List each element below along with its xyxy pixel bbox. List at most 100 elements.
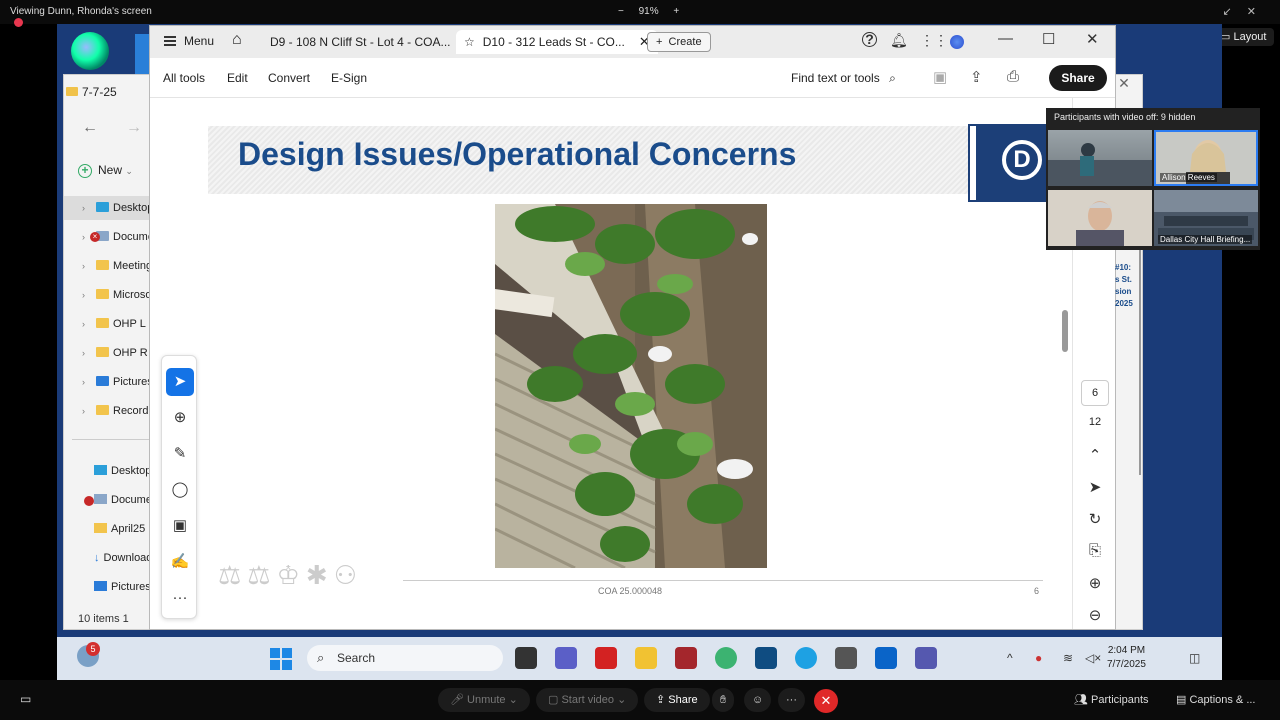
tree-item-meetings[interactable]: › Meetings bbox=[64, 254, 154, 278]
back-arrow-icon[interactable]: ← bbox=[82, 119, 98, 137]
tab-d9[interactable]: D9 - 108 N Cliff St - Lot 4 - COA... bbox=[262, 30, 459, 54]
store-icon[interactable] bbox=[755, 647, 777, 669]
convert-button[interactable]: Convert bbox=[268, 71, 310, 85]
total-pages: 12 bbox=[1088, 416, 1102, 428]
hamburger-icon bbox=[164, 36, 176, 46]
extract-page-icon[interactable]: ⎘ bbox=[1081, 542, 1109, 559]
profile-avatar[interactable] bbox=[950, 35, 964, 49]
window-controls-icon[interactable]: ↙ ✕ bbox=[1223, 5, 1263, 18]
save-icon[interactable]: ▣ bbox=[933, 68, 947, 86]
vpn-icon[interactable]: ● bbox=[1035, 651, 1042, 665]
all-tools-button[interactable]: All tools bbox=[163, 71, 205, 85]
edge-icon[interactable] bbox=[795, 647, 817, 669]
windows-taskbar: 5 ⌕ Search ^ ● ≋ ◁× 2:04 PM 7/7/2025 ◫ bbox=[57, 637, 1222, 680]
windows-start-icon[interactable] bbox=[270, 648, 292, 670]
minimize-icon[interactable]: — bbox=[998, 30, 1013, 47]
new-button[interactable]: + New ⌄ bbox=[78, 163, 133, 178]
upload-cloud-icon[interactable]: ⇪ bbox=[970, 68, 983, 86]
zoom-out-icon[interactable]: ⊖ bbox=[1081, 606, 1109, 624]
more-options-icon[interactable]: ··· bbox=[166, 584, 194, 612]
plus-icon: + bbox=[78, 164, 92, 178]
volume-muted-icon[interactable]: ◁× bbox=[1085, 651, 1101, 665]
file-explorer-taskbar-icon[interactable] bbox=[635, 647, 657, 669]
pen-icon[interactable]: ✎ bbox=[166, 440, 194, 468]
rotate-icon[interactable]: ↻ bbox=[1081, 510, 1109, 528]
tree-item-documents[interactable]: ›Documents× bbox=[64, 225, 154, 249]
wifi-icon[interactable]: ≋ bbox=[1063, 651, 1073, 665]
select-cursor-icon[interactable]: ➤ bbox=[166, 368, 194, 396]
acrobat-taskbar-icon[interactable] bbox=[595, 647, 617, 669]
outlook-icon[interactable] bbox=[875, 647, 897, 669]
home-icon[interactable]: ⌂ bbox=[232, 31, 242, 49]
create-button[interactable]: + Create bbox=[647, 32, 711, 52]
quick-item-pictures[interactable]: Pictures bbox=[64, 573, 154, 602]
access-icon[interactable] bbox=[675, 647, 697, 669]
task-view-icon[interactable] bbox=[515, 647, 537, 669]
quick-item-april25[interactable]: April25 bbox=[64, 515, 154, 544]
acrobat-window: Menu ⌂ D9 - 108 N Cliff St - Lot 4 - COA… bbox=[149, 25, 1116, 630]
raise-hand-icon[interactable]: ✋︎ bbox=[712, 688, 735, 712]
edge-desktop-icon[interactable] bbox=[71, 32, 109, 70]
video-tile-dallas-city-hall[interactable]: Dallas City Hall Briefing... bbox=[1154, 190, 1258, 246]
text-box-icon[interactable]: ▣ bbox=[166, 512, 194, 540]
tree-item-ohp-l[interactable]: › OHP L bbox=[64, 312, 154, 336]
find-tools-search[interactable]: Find text or tools ⌕ bbox=[791, 71, 896, 86]
add-comment-icon[interactable]: ⊕ bbox=[166, 404, 194, 432]
star-icon[interactable]: ☆ bbox=[464, 35, 475, 49]
quick-item-documents[interactable]: Documents bbox=[64, 486, 154, 515]
tree-item-desktop[interactable]: › Desktop bbox=[64, 196, 154, 220]
participants-button[interactable]: 👥︎ Participants bbox=[1074, 693, 1149, 706]
tree-item-microsoft[interactable]: › Microsoft bbox=[64, 283, 154, 307]
signature-icon[interactable]: ✍ bbox=[166, 548, 194, 576]
teams-icon[interactable] bbox=[915, 647, 937, 669]
divider bbox=[72, 439, 150, 440]
close-window-icon[interactable]: ✕ bbox=[1086, 30, 1099, 48]
page-up-icon[interactable]: ⌃ bbox=[1081, 446, 1109, 464]
apps-grid-icon[interactable]: ⋮⋮ bbox=[920, 32, 948, 49]
video-tile-allison-reeves[interactable]: Allison Reeves bbox=[1154, 130, 1258, 186]
more-icon[interactable]: ··· bbox=[778, 688, 805, 712]
zoom-top-bar: Viewing Dunn, Rhonda's screen − 91% + ↙ … bbox=[0, 0, 1280, 27]
teams-chat-icon[interactable] bbox=[555, 647, 577, 669]
tray-chevron-icon[interactable]: ^ bbox=[1007, 651, 1013, 665]
zoom-info-icon[interactable]: ▭ bbox=[20, 692, 31, 706]
lasso-icon[interactable]: ◯ bbox=[166, 476, 194, 504]
page-number: 6 bbox=[1034, 586, 1040, 596]
captions-button[interactable]: ▤ Captions & ... bbox=[1176, 693, 1256, 706]
edit-button[interactable]: Edit bbox=[227, 71, 248, 85]
chrome-icon[interactable] bbox=[715, 647, 737, 669]
app-icon[interactable] bbox=[835, 647, 857, 669]
explorer-tab-title[interactable]: 7-7-25 bbox=[82, 85, 117, 99]
tab-d10[interactable]: ☆ D10 - 312 Leads St - CO... ✕ bbox=[456, 30, 658, 54]
zoom-in-button[interactable]: + bbox=[673, 6, 679, 17]
zoom-out-button[interactable]: − bbox=[618, 6, 624, 17]
tree-item-pictures[interactable]: › Pictures bbox=[64, 370, 154, 394]
menu-button[interactable]: Menu bbox=[164, 34, 214, 48]
quick-item-desktop[interactable]: Desktop bbox=[64, 457, 154, 486]
share-button[interactable]: Share bbox=[1049, 65, 1107, 91]
start-video-button[interactable]: ▢ Start video ⌄ bbox=[536, 688, 639, 712]
esign-button[interactable]: E-Sign bbox=[331, 71, 367, 85]
quick-item-downloads[interactable]: ↓ Downloads bbox=[64, 544, 154, 573]
notification-center-icon[interactable]: ◫ bbox=[1189, 651, 1200, 665]
forward-arrow-icon[interactable]: → bbox=[126, 119, 142, 137]
reactions-icon[interactable]: ☺ bbox=[744, 688, 772, 712]
case-number: COA 25.000048 bbox=[598, 586, 663, 596]
leave-meeting-button[interactable]: ✕ bbox=[814, 689, 838, 713]
help-icon[interactable]: ? bbox=[862, 32, 877, 47]
video-tile[interactable] bbox=[1048, 190, 1152, 246]
maximize-icon[interactable]: ☐ bbox=[1042, 30, 1055, 48]
document-scrollbar[interactable] bbox=[1062, 310, 1068, 352]
video-tile[interactable] bbox=[1048, 130, 1152, 186]
unmute-button[interactable]: 🎤︎ Unmute ⌄ bbox=[438, 688, 530, 712]
share-screen-button[interactable]: ⇪ Share bbox=[644, 688, 710, 712]
cursor-tool-icon[interactable]: ➤ bbox=[1081, 478, 1109, 496]
current-page-input[interactable]: 6 bbox=[1081, 380, 1109, 406]
tree-item-recordings[interactable]: ›Recordings bbox=[64, 399, 154, 423]
tree-item-ohp-r[interactable]: › OHP R bbox=[64, 341, 154, 365]
print-icon[interactable]: ⎙ bbox=[1007, 68, 1019, 85]
taskbar-search[interactable]: ⌕ Search bbox=[307, 645, 503, 671]
bell-icon[interactable]: 🔔︎ bbox=[890, 32, 908, 49]
zoom-in-icon[interactable]: ⊕ bbox=[1081, 574, 1109, 592]
system-clock[interactable]: 2:04 PM 7/7/2025 bbox=[1107, 644, 1146, 672]
